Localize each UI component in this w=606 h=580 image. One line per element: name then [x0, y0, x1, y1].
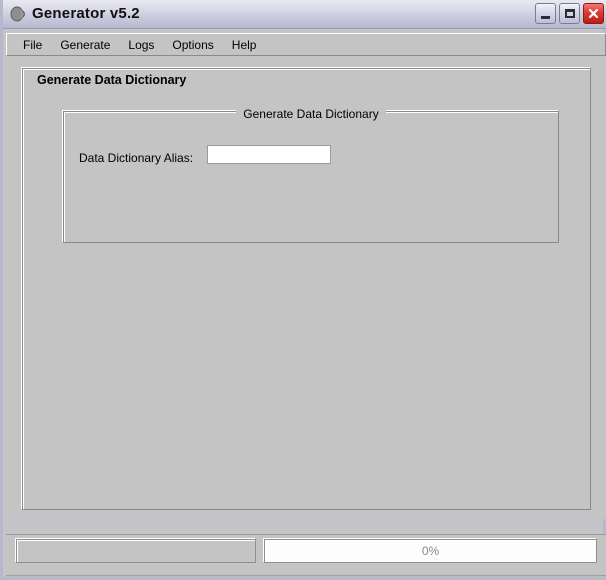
main-content: Generate Data Dictionary Generate Data D… [6, 56, 606, 572]
window-title: Generator v5.2 [32, 5, 140, 22]
outer-group-box-title: Generate Data Dictionary [33, 73, 191, 87]
maximize-button[interactable] [559, 3, 580, 24]
status-message-panel [16, 539, 256, 563]
close-button[interactable] [583, 3, 604, 24]
minimize-icon [541, 15, 550, 19]
progress-percent-text: 0% [421, 544, 440, 558]
menu-item-file[interactable]: File [14, 36, 51, 54]
outer-group-box: Generate Data Dictionary Generate Data D… [22, 68, 591, 510]
status-bar-bottom-edge [6, 575, 606, 578]
coffee-cup-icon [9, 5, 27, 23]
progress-bar: 0% [264, 539, 597, 563]
inner-group-box-title-text: Generate Data Dictionary [236, 107, 386, 121]
application-window: Generator v5.2 File Generate Logs Option… [0, 0, 606, 580]
status-bar: 0% [6, 534, 606, 578]
inner-group-box: Generate Data Dictionary Data Dictionary… [63, 107, 559, 243]
window-controls [535, 3, 604, 24]
inner-group-box-title: Generate Data Dictionary [64, 105, 558, 123]
alias-field-label: Data Dictionary Alias: [79, 151, 194, 165]
title-bar[interactable]: Generator v5.2 [3, 0, 606, 29]
menu-item-generate[interactable]: Generate [51, 36, 119, 54]
maximize-icon [564, 9, 575, 18]
menu-item-logs[interactable]: Logs [119, 36, 163, 54]
close-icon [588, 8, 599, 19]
minimize-button[interactable] [535, 3, 556, 24]
menu-item-options[interactable]: Options [163, 36, 222, 54]
menu-bar: File Generate Logs Options Help [6, 33, 606, 56]
alias-input[interactable] [207, 145, 331, 164]
menu-item-help[interactable]: Help [223, 36, 266, 54]
